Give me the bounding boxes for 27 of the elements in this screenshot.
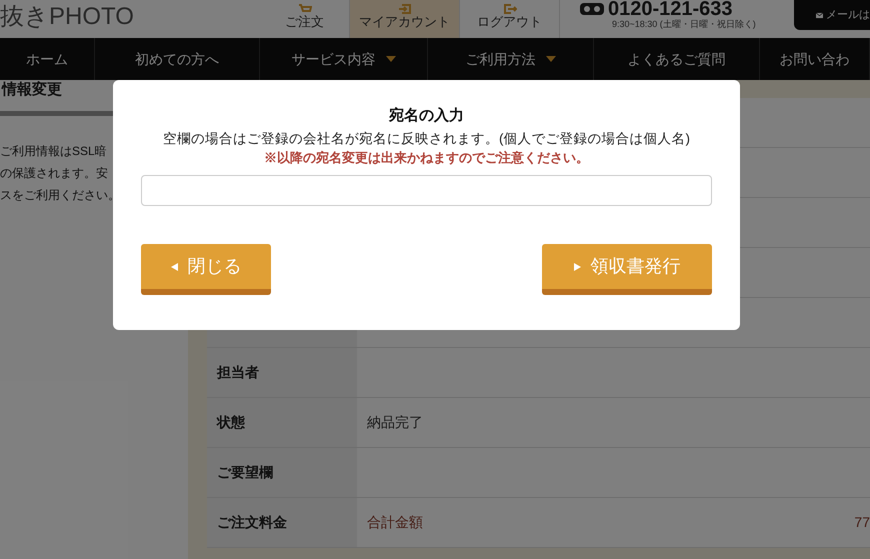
warning-text: ※以降の宛名変更は出来かねますのでご注意ください。 — [264, 149, 589, 167]
phone-icon — [580, 3, 604, 15]
mail-icon — [816, 10, 823, 20]
name-input-field[interactable] — [141, 175, 712, 206]
business-hours: 9:30~18:30 (土曜・日曜・祝日除く) — [612, 18, 756, 31]
table-cell: 合計金額 77 — [357, 498, 870, 547]
sidebar-text: スをご利用ください。 — [0, 187, 120, 204]
header-link[interactable]: マイアカウント — [350, 0, 460, 38]
login-icon — [398, 4, 412, 14]
table-header-cell: 状態 — [207, 398, 357, 447]
price-amount: 77 — [854, 513, 870, 532]
dialog-description: 空欄の場合はご登録の会社名が宛名に反映されます。(個人でご登録の場合は個人名) — [163, 130, 690, 148]
sidebar-text: ご利用情報はSSL暗 — [0, 143, 107, 160]
table-header-cell: 担当者 — [207, 348, 357, 397]
phone-number: 0120-121-633 — [608, 0, 733, 18]
left-triangle-icon — [170, 262, 178, 270]
table-cell: 納品完了 — [357, 398, 870, 447]
sidebar-title: 情報変更 — [2, 81, 62, 99]
dialog-title: 宛名の入力 — [389, 106, 464, 126]
cart-icon — [298, 4, 312, 14]
logout-icon — [502, 4, 516, 14]
logo[interactable]: 抜きPHOTO — [0, 0, 260, 38]
table-header-cell: ご要望欄 — [207, 448, 357, 497]
sidebar-text: の保護されます。安 — [0, 165, 108, 182]
mail-button[interactable]: メールは — [794, 0, 870, 30]
table-header-cell: ご注文料金 — [207, 498, 357, 547]
right-triangle-icon — [574, 262, 580, 270]
